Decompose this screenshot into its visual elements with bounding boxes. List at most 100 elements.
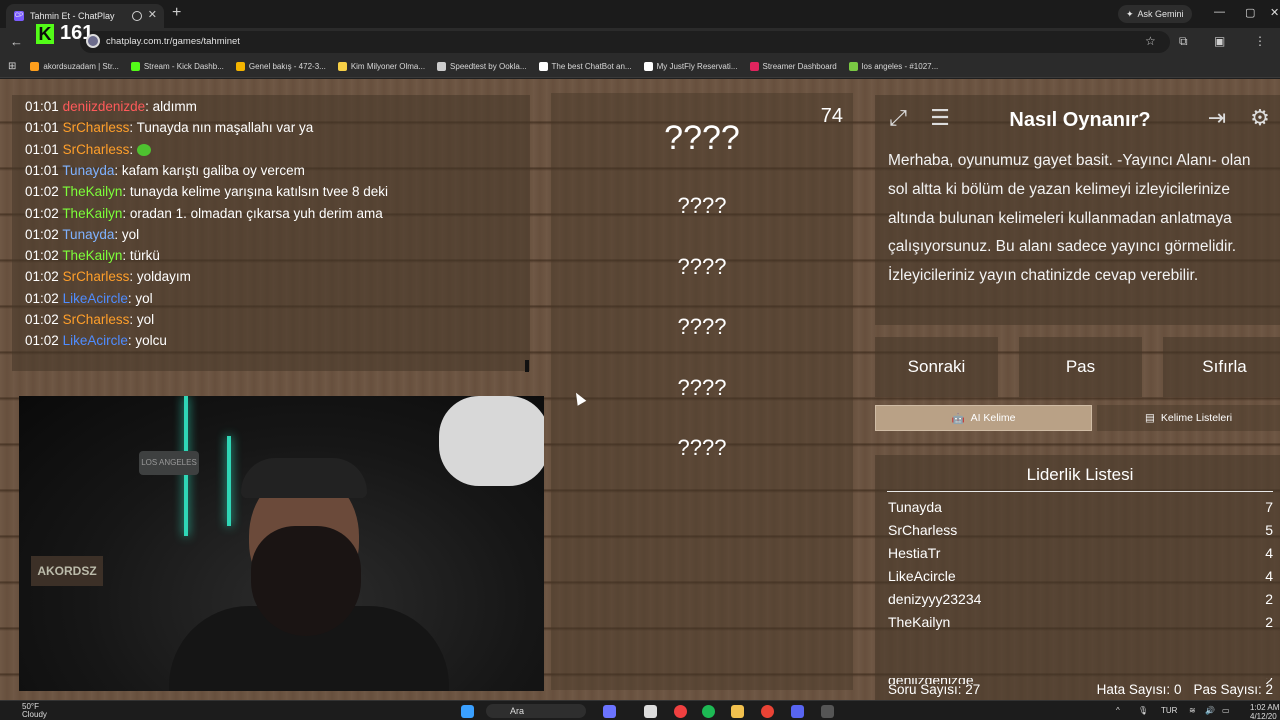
bookmark-item[interactable]: los angeles - #1027... [848, 62, 938, 71]
bookmark-favicon-icon [848, 62, 858, 71]
taskbar-search[interactable]: Ara [486, 704, 586, 718]
settings-gear-icon[interactable]: ⚙ [1245, 103, 1275, 133]
language-indicator[interactable]: TUR [1161, 706, 1177, 715]
bookmark-favicon-icon [643, 62, 653, 71]
kick-viewer-overlay: K 161 [36, 22, 100, 48]
app-icon[interactable] [674, 705, 687, 718]
app-icon[interactable] [821, 705, 834, 718]
bookmark-label: Kim Milyoner Olma... [350, 62, 426, 71]
ai-word-button[interactable]: 🤖 AI Kelime [875, 405, 1092, 431]
chat-time: 01:01 [25, 99, 59, 114]
next-button[interactable]: Sonraki [875, 337, 998, 397]
leaderboard-row: HestiaTr 4 [888, 545, 1273, 561]
app-icon[interactable] [644, 705, 657, 718]
neon-light [227, 436, 231, 526]
new-tab-button[interactable]: + [172, 4, 181, 22]
list-doc-icon: ▤ [1144, 412, 1155, 424]
menu-dots-icon[interactable]: ⋮ [1254, 34, 1266, 48]
weather-condition: Cloudy [22, 710, 47, 719]
leaderboard-score: 4 [1265, 545, 1273, 561]
chat-username[interactable]: LikeAcircle [63, 333, 128, 348]
apps-grid-icon[interactable]: ⊞ [8, 61, 16, 72]
ask-gemini-button[interactable]: ✦ Ask Gemini [1118, 5, 1192, 23]
chat-username[interactable]: SrCharless [63, 120, 130, 135]
battery-icon[interactable]: ▭ [1222, 706, 1230, 715]
chat-message: 01:02 LikeAcircle: yol [25, 291, 153, 306]
file-explorer-icon[interactable] [731, 705, 744, 718]
back-button[interactable]: ← [10, 34, 23, 49]
pass-count: Pas Sayısı: 2 [1193, 682, 1273, 697]
chat-time: 01:01 [25, 120, 59, 136]
weather-widget[interactable]: 50°F Cloudy [22, 703, 47, 719]
chrome-icon[interactable] [761, 705, 774, 718]
url-field[interactable]: chatplay.com.tr/games/tahminet [80, 31, 1170, 53]
main-word: ???? [664, 119, 740, 157]
chat-message: 01:02 TheKailyn: tunayda kelime yarışına… [25, 184, 388, 199]
chat-text: : yol [114, 226, 140, 242]
ask-gemini-label: Ask Gemini [1137, 9, 1184, 19]
bookmark-star-icon[interactable]: ☆ [1145, 34, 1156, 48]
chat-username[interactable]: Tunayda [62, 163, 114, 178]
pass-button[interactable]: Pas [1019, 337, 1142, 397]
bookmark-item[interactable]: Stream - Kick Dashb... [130, 62, 224, 71]
chat-username[interactable]: SrCharless [63, 269, 130, 284]
streamer-cap [241, 458, 367, 498]
webcam-feed: LOS ANGELES AKORDSZ [19, 396, 544, 691]
clock-time: 1:02 AM [1250, 703, 1280, 712]
exit-icon[interactable]: ⇥ [1202, 103, 1232, 133]
browser-tab-bar: CP Tahmin Et - ChatPlay ✕ + ✦ Ask Gemini… [0, 0, 1280, 28]
sidebar-icon[interactable]: ▣ [1214, 34, 1225, 48]
leaderboard-name: TheKailyn [888, 614, 951, 630]
word-lists-button[interactable]: ▤ Kelime Listeleri [1097, 405, 1280, 431]
chat-username[interactable]: TheKailyn [62, 248, 122, 263]
chat-username[interactable]: TheKailyn [62, 184, 122, 199]
spotify-icon[interactable] [702, 705, 715, 718]
chat-message: 01:02 LikeAcircle: yolcu [25, 333, 167, 348]
chat-username[interactable]: TheKailyn [62, 206, 122, 221]
gemini-sparkle-icon: ✦ [1126, 8, 1134, 19]
reset-button[interactable]: Sıfırla [1163, 337, 1280, 397]
leaderboard-score: 2 [1265, 614, 1273, 630]
clock[interactable]: 1:02 AM 4/12/20 [1250, 703, 1279, 720]
word-panel: 74 ???? ???????????????????? [551, 93, 853, 690]
bookmark-item[interactable]: Kim Milyoner Olma... [337, 62, 426, 71]
window-close-button[interactable]: ✕ [1270, 6, 1279, 19]
chat-username[interactable]: SrCharless [63, 312, 130, 327]
streamer-beard [251, 526, 361, 636]
chat-username[interactable]: Tunayda [62, 227, 114, 242]
chat-username[interactable]: SrCharless [63, 142, 130, 157]
bookmark-item[interactable]: The best ChatBot an... [538, 62, 632, 71]
bookmark-favicon-icon [30, 62, 40, 71]
chat-scrollbar[interactable] [525, 360, 529, 372]
close-tab-icon[interactable]: ✕ [148, 8, 157, 21]
question-count: Soru Sayısı: 27 [888, 682, 981, 697]
bookmark-item[interactable]: akordsuzadam | Str... [30, 62, 119, 71]
bookmark-item[interactable]: Speedtest by Ookla... [437, 62, 527, 71]
bookmark-item[interactable]: Genel bakış - 472-3... [235, 62, 326, 71]
chat-text: : yoldayım [129, 269, 191, 285]
extensions-icon[interactable]: ⧉ [1179, 34, 1188, 49]
chat-username[interactable]: deniizdenizde [63, 99, 146, 114]
volume-icon[interactable]: 🔊 [1205, 706, 1215, 715]
microphone-icon[interactable]: 🎙 [1138, 706, 1148, 715]
chat-text: : Tunayda nın maşallahı var ya [129, 120, 314, 136]
minimize-button[interactable]: — [1214, 6, 1225, 18]
chat-time: 01:01 [25, 141, 59, 157]
chat-username[interactable]: LikeAcircle [63, 291, 128, 306]
windows-start-icon[interactable] [461, 705, 474, 718]
tray-chevron-icon[interactable]: ^ [1116, 706, 1120, 715]
wifi-icon[interactable]: ≋ [1189, 706, 1196, 715]
robot-icon: 🤖 [951, 412, 965, 425]
chatplay-favicon-icon: CP [14, 11, 24, 21]
app-icon[interactable] [603, 705, 616, 718]
bookmark-item[interactable]: Streamer Dashboard [749, 62, 837, 71]
bookmark-item[interactable]: My JustFly Reservati... [643, 62, 738, 71]
chat-text: : aldımm [145, 99, 197, 114]
game-page: 01:01 deniizdenizde: aldımm 01:01 SrCharl… [0, 79, 1280, 705]
discord-icon[interactable] [791, 705, 804, 718]
maximize-button[interactable]: ▢ [1245, 6, 1255, 19]
windows-taskbar: 50°F Cloudy Ara ^ 🎙 TUR ≋ 🔊 ▭ 1:02 AM 4/… [0, 700, 1280, 720]
chat-text: : [129, 141, 137, 157]
error-count: Hata Sayısı: 0 [1096, 682, 1182, 697]
leaderboard-name: SrCharless [888, 522, 958, 538]
